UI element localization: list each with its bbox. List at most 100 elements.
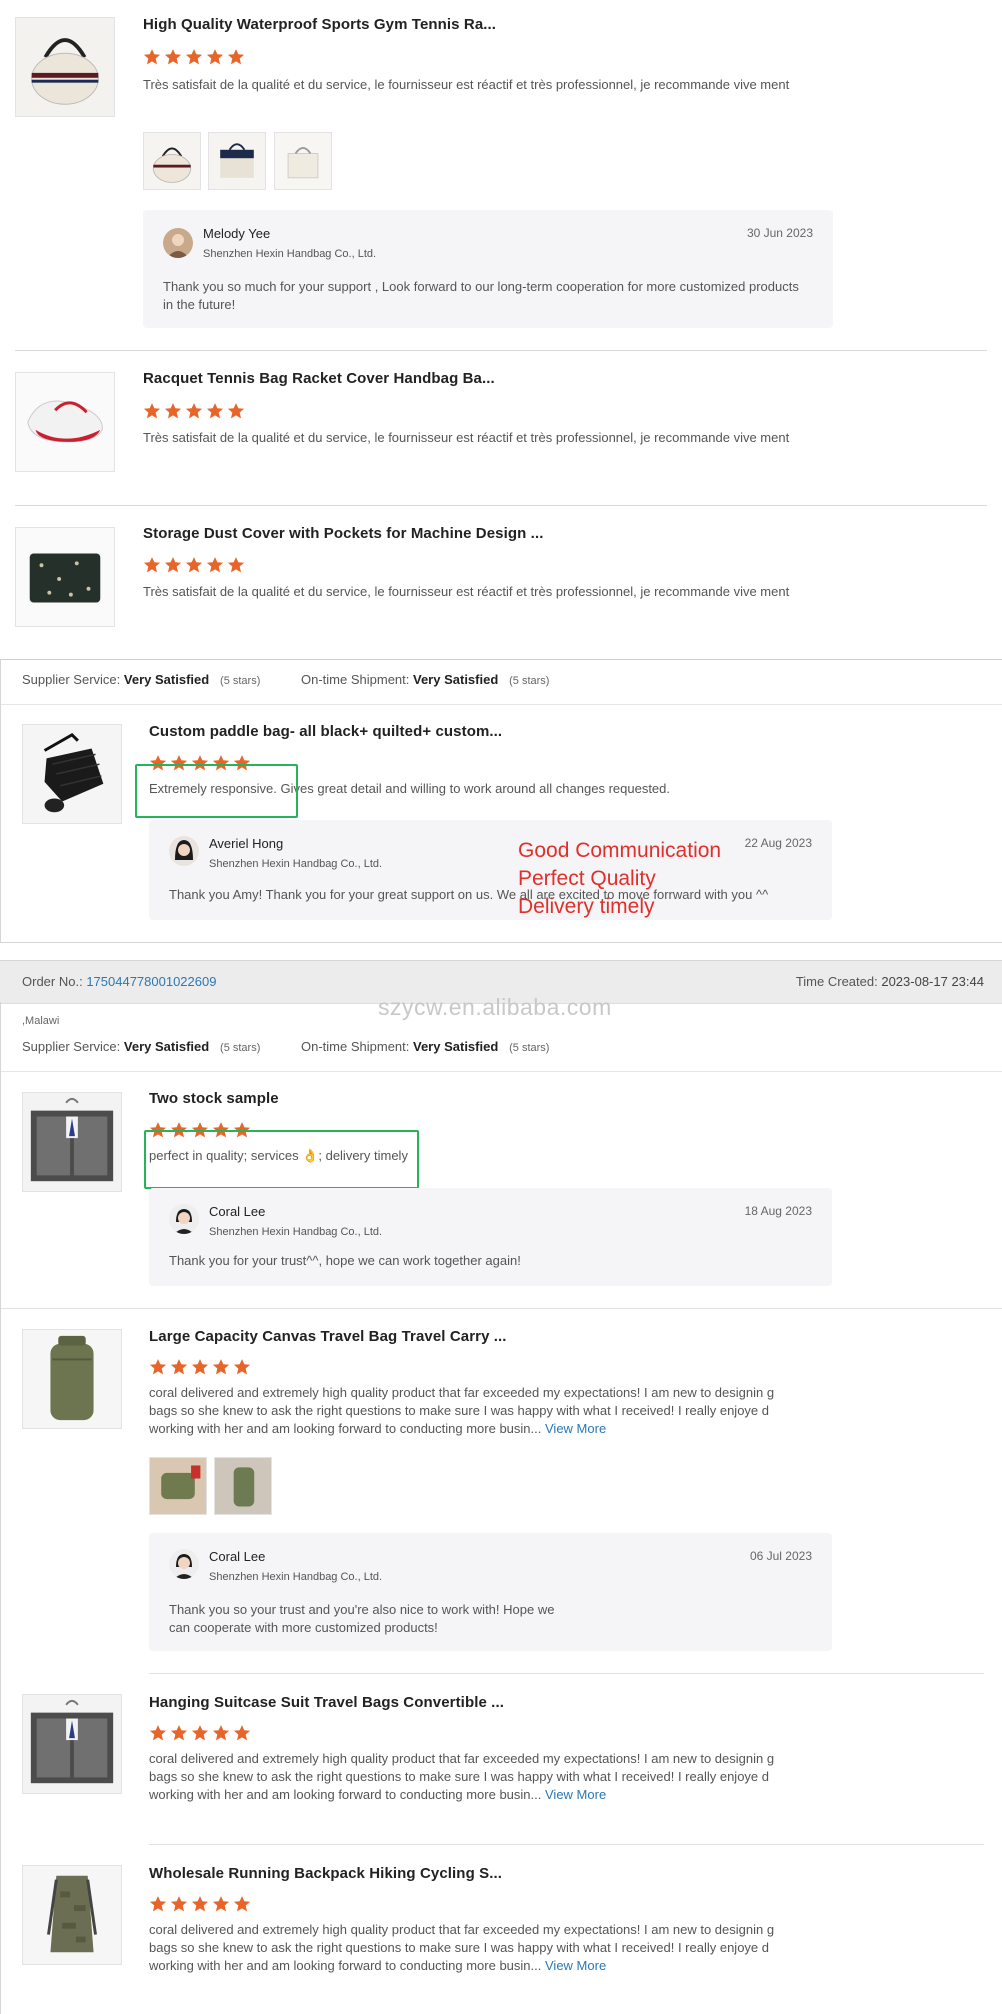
reply-company: Shenzhen Hexin Handbag Co., Ltd. [209, 858, 383, 870]
review-photo[interactable] [274, 132, 332, 190]
star-icon [191, 1724, 209, 1742]
star-icon [164, 402, 182, 420]
avatar [169, 1204, 199, 1234]
backpack-image [23, 1866, 121, 1964]
order-number-link[interactable]: 175044778001022609 [86, 974, 216, 989]
reply-text: Thank you for your trust^^, hope we can … [169, 1253, 521, 1268]
supplier-reply: Averiel Hong Shenzhen Hexin Handbag Co.,… [149, 820, 832, 920]
supplier-reply: Coral Lee Shenzhen Hexin Handbag Co., Lt… [149, 1188, 832, 1286]
paddle-bag-image [23, 725, 121, 823]
rating-stars [143, 48, 245, 66]
rating-stars [143, 556, 245, 574]
reply-date: 06 Jul 2023 [749, 1549, 812, 1563]
star-icon [191, 1895, 209, 1913]
reply-text: Thank you so much for your support , Loo… [163, 279, 799, 312]
divider [15, 350, 987, 351]
avatar [169, 1549, 199, 1579]
review-text: coral delivered and extremely high quali… [149, 1922, 775, 1973]
rating-stars [149, 1895, 251, 1913]
star-icon [227, 48, 245, 66]
star-icon [170, 1358, 188, 1376]
product-thumbnail[interactable] [22, 724, 122, 824]
product-thumbnail[interactable] [15, 372, 115, 472]
product-title[interactable]: Racquet Tennis Bag Racket Cover Handbag … [143, 370, 495, 387]
tennis-bag-image [16, 18, 114, 116]
review-text: Très satisfait de la qualité et du servi… [143, 584, 790, 599]
product-title[interactable]: Storage Dust Cover with Pockets for Mach… [143, 525, 543, 542]
rating-stars [149, 1358, 251, 1376]
avatar [169, 836, 199, 866]
star-icon [233, 1358, 251, 1376]
annotation-delivery-timely: Delivery timely [518, 895, 655, 918]
view-more-link[interactable]: View More [545, 1958, 606, 1973]
star-icon [191, 1358, 209, 1376]
star-icon [143, 556, 161, 574]
view-more-link[interactable]: View More [545, 1787, 606, 1802]
watermark: szycw.en.alibaba.com [378, 994, 612, 1020]
star-icon [185, 48, 203, 66]
star-icon [212, 1895, 230, 1913]
order-time-created: Time Created: 2023-08-17 23:44 [795, 974, 984, 989]
divider [1, 1071, 1002, 1072]
racquet-bag-image [16, 373, 114, 471]
product-title[interactable]: Custom paddle bag- all black+ quilted+ c… [149, 723, 502, 740]
view-more-link[interactable]: View More [545, 1421, 606, 1436]
product-thumbnail[interactable] [22, 1865, 122, 1965]
star-icon [143, 402, 161, 420]
annotation-good-communication: Good Communication [518, 839, 722, 862]
review-text: coral delivered and extremely high quali… [149, 1385, 775, 1436]
reply-text: Thank you so your trust and you're also … [169, 1602, 555, 1635]
review-photo[interactable] [214, 1457, 272, 1515]
reply-author-name: Melody Yee [203, 226, 271, 241]
divider [149, 1673, 984, 1674]
product-thumbnail[interactable] [22, 1092, 122, 1192]
divider [1, 704, 1002, 705]
review-text: Très satisfait de la qualité et du servi… [143, 77, 790, 92]
product-title[interactable]: Large Capacity Canvas Travel Bag Travel … [149, 1328, 507, 1345]
highlight-box [144, 1130, 419, 1189]
product-thumbnail[interactable] [22, 1694, 122, 1794]
product-title[interactable]: Hanging Suitcase Suit Travel Bags Conver… [149, 1694, 504, 1711]
review-text: Très satisfait de la qualité et du servi… [143, 430, 790, 445]
divider [1, 1308, 1002, 1309]
divider [15, 505, 987, 506]
product-title[interactable]: Two stock sample [149, 1090, 279, 1107]
reply-date: 18 Aug 2023 [744, 1204, 812, 1218]
reply-company: Shenzhen Hexin Handbag Co., Ltd. [203, 248, 377, 260]
star-icon [164, 556, 182, 574]
section-border [0, 1002, 1, 2014]
star-icon [206, 556, 224, 574]
star-icon [170, 1895, 188, 1913]
reply-date: 30 Jun 2023 [746, 226, 813, 240]
on-time-shipment-rating: On-time Shipment: Very Satisfied (5 star… [301, 672, 550, 687]
avatar [163, 228, 193, 258]
product-thumbnail[interactable] [15, 17, 115, 117]
star-icon [212, 1358, 230, 1376]
review-photo[interactable] [149, 1457, 207, 1515]
star-icon [170, 1724, 188, 1742]
star-icon [212, 1724, 230, 1742]
star-icon [185, 402, 203, 420]
divider [149, 1844, 984, 1845]
supplier-reply: Coral Lee Shenzhen Hexin Handbag Co., Lt… [149, 1533, 832, 1651]
reply-text: Thank you Amy! Thank you for your great … [169, 887, 769, 902]
product-thumbnail[interactable] [22, 1329, 122, 1429]
product-title[interactable]: High Quality Waterproof Sports Gym Tenni… [143, 16, 496, 33]
suit-bag-image [23, 1093, 121, 1191]
product-thumbnail[interactable] [15, 527, 115, 627]
canvas-bag-image [23, 1330, 121, 1428]
review-photo[interactable] [208, 132, 266, 190]
supplier-reply: Melody Yee Shenzhen Hexin Handbag Co., L… [143, 210, 833, 328]
star-icon [143, 48, 161, 66]
star-icon [164, 48, 182, 66]
supplier-service-rating: Supplier Service: Very Satisfied (5 star… [22, 1039, 261, 1054]
on-time-shipment-rating: On-time Shipment: Very Satisfied (5 star… [301, 1039, 550, 1054]
product-title[interactable]: Wholesale Running Backpack Hiking Cyclin… [149, 1865, 502, 1882]
star-icon [227, 556, 245, 574]
buyer-country: ,Malawi [22, 1015, 60, 1027]
review-photo[interactable] [143, 132, 201, 190]
dust-cover-image [16, 528, 114, 626]
star-icon [233, 1724, 251, 1742]
reply-date: 22 Aug 2023 [744, 836, 812, 850]
supplier-service-rating: Supplier Service: Very Satisfied (5 star… [22, 672, 261, 687]
